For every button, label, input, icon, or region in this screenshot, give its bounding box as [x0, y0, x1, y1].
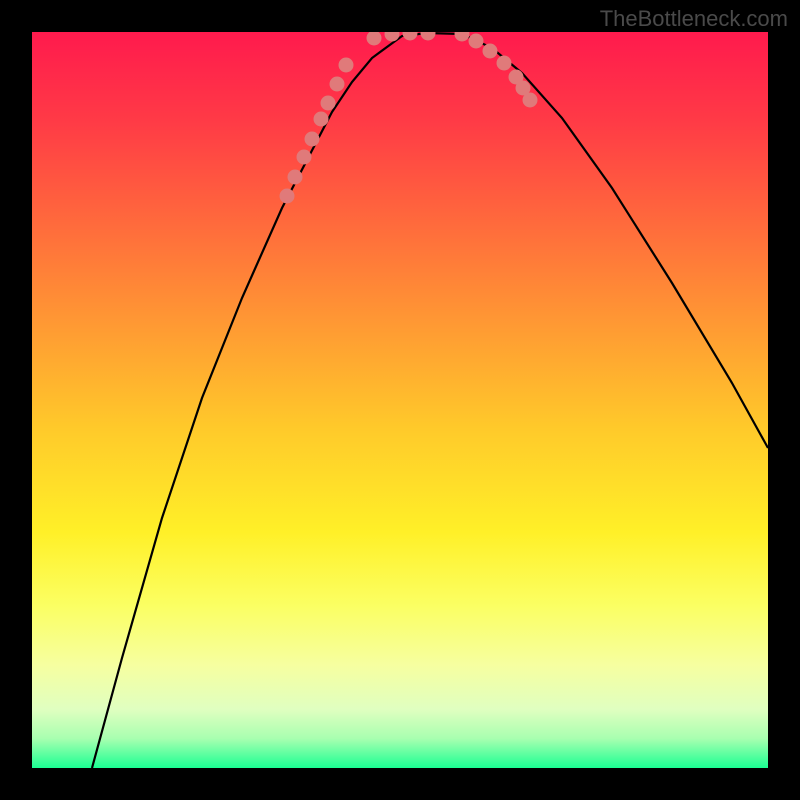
marker-dot — [330, 77, 345, 92]
marker-dot — [288, 170, 303, 185]
marker-dot — [367, 32, 382, 46]
marker-dot — [314, 112, 329, 127]
marker-dot — [523, 93, 538, 108]
marker-dot — [455, 32, 470, 42]
curve-markers — [280, 32, 538, 204]
watermark: TheBottleneck.com — [600, 6, 788, 32]
marker-dot — [339, 58, 354, 73]
marker-dot — [469, 34, 484, 49]
chart-area — [32, 32, 768, 768]
marker-dot — [483, 44, 498, 59]
marker-dot — [305, 132, 320, 147]
marker-dot — [403, 32, 418, 41]
marker-dot — [297, 150, 312, 165]
marker-dot — [421, 32, 436, 41]
bottleneck-curve — [92, 33, 768, 768]
marker-dot — [280, 189, 295, 204]
marker-dot — [497, 56, 512, 71]
marker-dot — [321, 96, 336, 111]
chart-svg — [32, 32, 768, 768]
